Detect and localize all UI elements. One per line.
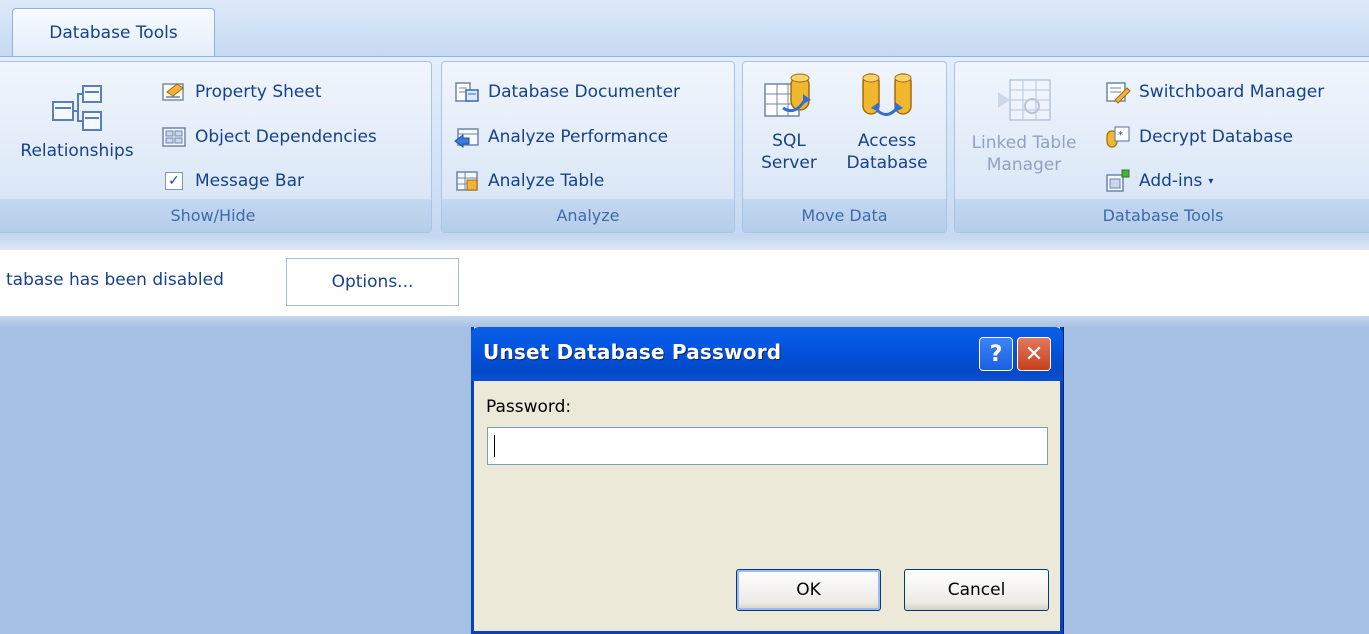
database-documenter-button[interactable]: Database Documenter	[454, 76, 680, 108]
property-sheet-icon	[162, 83, 184, 101]
message-bar-check-icon: ✓	[165, 172, 183, 190]
add-ins-label: Add-ins	[1139, 171, 1203, 191]
dialog-titlebar[interactable]: Unset Database Password ? ✕	[471, 327, 1063, 381]
decrypt-database-label: Decrypt Database	[1139, 127, 1293, 147]
linked-table-manager-icon	[998, 79, 1051, 121]
ribbon-bottom-band	[0, 236, 1369, 250]
unset-database-password-dialog: Unset Database Password ? ✕ Password: OK…	[471, 327, 1063, 634]
cancel-button[interactable]: Cancel	[904, 569, 1049, 611]
object-dependencies-icon	[162, 127, 186, 147]
analyze-performance-icon	[454, 128, 479, 148]
group-show-hide: Relationships Property Sheet Object Depe…	[0, 61, 432, 233]
access-database-icon	[862, 73, 912, 116]
switchboard-manager-button[interactable]: Switchboard Manager	[1105, 76, 1324, 108]
group-label-database-tools: Database Tools	[955, 199, 1369, 232]
svg-text:*: *	[1118, 130, 1123, 141]
database-documenter-icon	[455, 82, 479, 102]
analyze-performance-label: Analyze Performance	[488, 127, 669, 147]
access-database-button[interactable]: Access Database	[833, 70, 941, 174]
ribbon: Relationships Property Sheet Object Depe…	[0, 56, 1369, 237]
access-database-label: Access Database	[846, 131, 928, 173]
group-database-tools: Linked Table Manager Switchboard Manager…	[954, 61, 1369, 233]
ribbon-tab-strip: Database Tools	[0, 0, 1369, 57]
sql-server-label: SQL Server	[761, 131, 817, 173]
decrypt-database-button[interactable]: * Decrypt Database	[1105, 121, 1293, 153]
object-dependencies-button[interactable]: Object Dependencies	[161, 121, 377, 153]
help-icon[interactable]: ?	[979, 337, 1013, 371]
add-ins-dropdown-icon: ▾	[1208, 175, 1214, 187]
decrypt-database-icon: *	[1106, 126, 1130, 148]
switchboard-manager-label: Switchboard Manager	[1139, 82, 1325, 102]
group-label-move-data: Move Data	[743, 199, 946, 232]
add-ins-icon	[1106, 169, 1130, 192]
tab-database-tools[interactable]: Database Tools	[12, 8, 215, 56]
close-icon[interactable]: ✕	[1017, 337, 1051, 371]
ok-button[interactable]: OK	[736, 569, 881, 611]
add-ins-button[interactable]: Add-ins ▾	[1105, 165, 1213, 197]
relationships-icon	[52, 85, 102, 131]
sql-server-button[interactable]: SQL Server	[751, 70, 827, 174]
password-label: Password:	[486, 397, 572, 417]
property-sheet-button[interactable]: Property Sheet	[161, 76, 322, 108]
message-bar-text: tabase has been disabled	[6, 270, 224, 290]
options-button[interactable]: Options...	[286, 258, 459, 306]
analyze-table-label: Analyze Table	[488, 171, 605, 191]
group-analyze: Database Documenter Analyze Performance …	[441, 61, 735, 233]
linked-table-manager-label: Linked Table Manager	[971, 133, 1077, 175]
relationships-button[interactable]: Relationships	[5, 84, 149, 162]
dialog-title: Unset Database Password	[483, 340, 782, 364]
analyze-table-button[interactable]: Analyze Table	[454, 165, 604, 197]
object-dependencies-label: Object Dependencies	[195, 127, 377, 147]
analyze-performance-button[interactable]: Analyze Performance	[454, 121, 668, 153]
linked-table-manager-button[interactable]: Linked Table Manager	[965, 76, 1083, 176]
message-bar-label: Message Bar	[195, 171, 304, 191]
relationships-label: Relationships	[20, 141, 134, 161]
group-move-data: SQL Server Access Database Move Data	[742, 61, 947, 233]
message-bar: tabase has been disabled	[0, 250, 1369, 317]
switchboard-manager-icon	[1106, 82, 1131, 104]
analyze-table-icon	[456, 171, 478, 191]
database-documenter-label: Database Documenter	[488, 82, 681, 102]
property-sheet-label: Property Sheet	[195, 82, 322, 102]
group-label-show-hide: Show/Hide	[0, 199, 431, 232]
password-field[interactable]	[487, 427, 1048, 465]
message-bar-checkbox[interactable]: ✓ Message Bar	[161, 165, 304, 197]
sql-server-icon	[764, 73, 811, 117]
text-cursor	[494, 435, 495, 457]
group-label-analyze: Analyze	[442, 199, 734, 232]
